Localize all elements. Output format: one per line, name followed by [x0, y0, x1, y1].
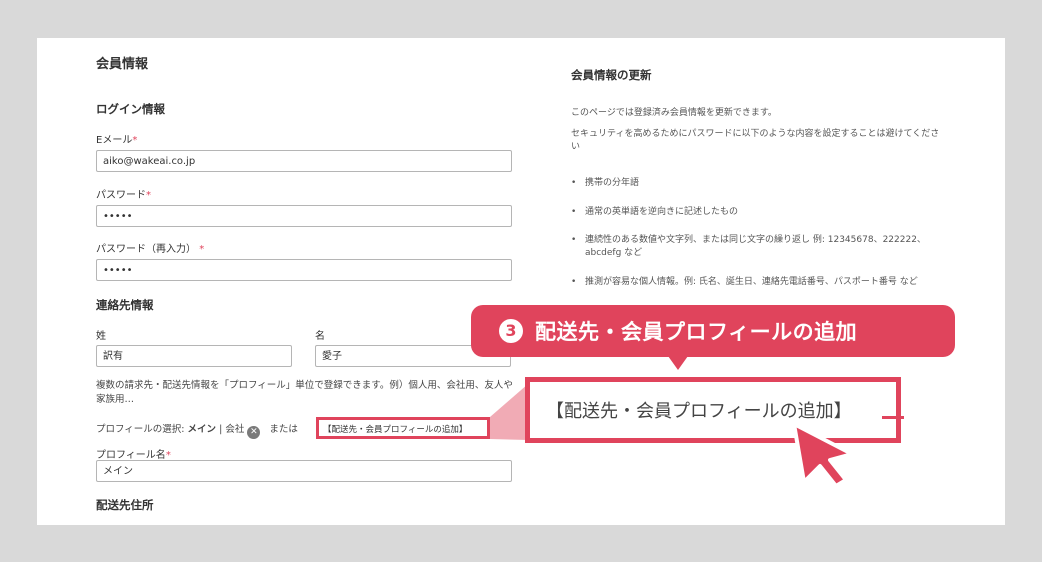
cursor-arrow-icon [792, 422, 854, 488]
step-number: 3 [499, 319, 523, 343]
connector-wedge [490, 384, 528, 440]
zoom-accent-line [882, 416, 904, 419]
callout-text: 配送先・会員プロフィールの追加 [535, 320, 858, 344]
callout-banner: 3 配送先・会員プロフィールの追加 [471, 305, 955, 357]
callout-tail [668, 356, 688, 370]
